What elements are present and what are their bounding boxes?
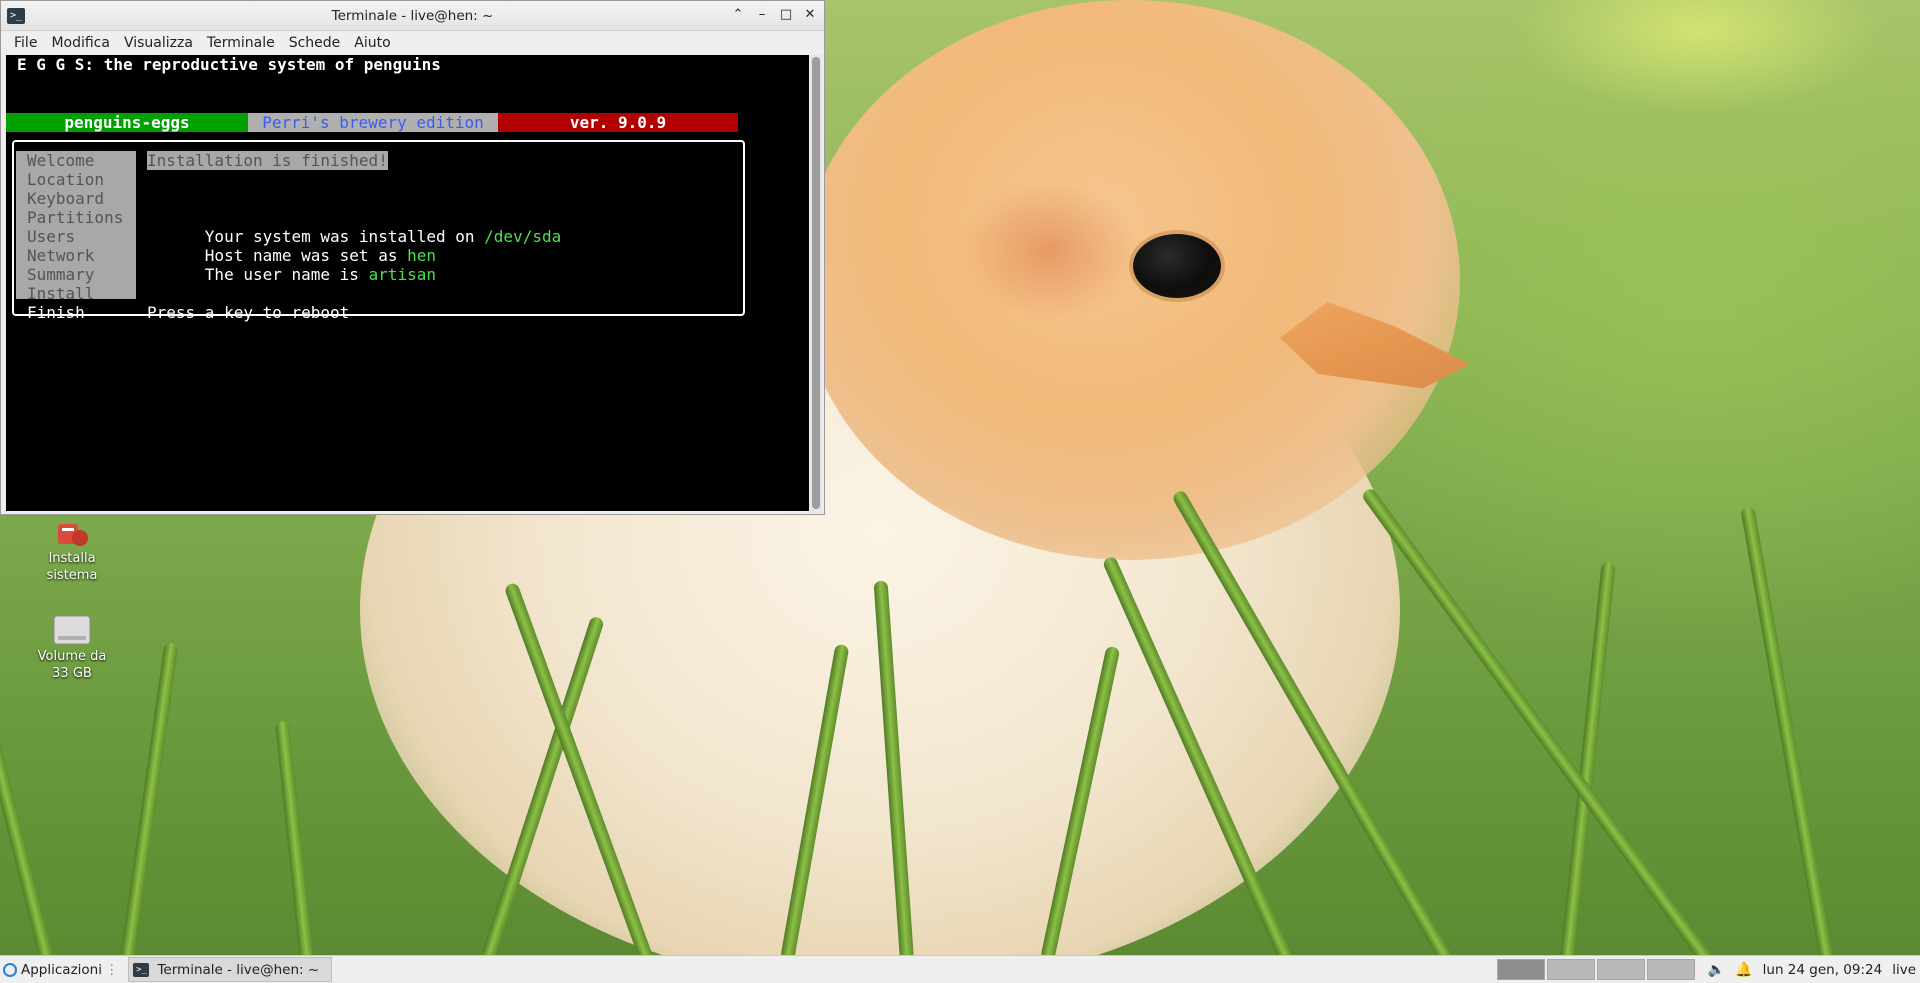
separator-dots: ⋮ — [104, 961, 119, 978]
taskbar-item-label: Terminale - live@hen: ~ — [157, 961, 320, 978]
drive-icon — [53, 615, 91, 645]
install-target-value: /dev/sda — [484, 227, 562, 246]
username-line: The user name is artisan — [147, 246, 436, 303]
step-location: Location — [27, 170, 105, 189]
shade-icon[interactable]: ⌃ — [730, 6, 746, 24]
step-finish: Finish — [27, 303, 85, 322]
step-partitions: Partitions — [27, 208, 124, 227]
username-value: artisan — [368, 265, 436, 284]
grass-blade — [1740, 505, 1834, 955]
finished-heading: Installation is finished! — [147, 151, 388, 170]
username-label: The user name is — [204, 265, 369, 284]
step-summary: Summary — [27, 265, 95, 284]
menu-visualizza[interactable]: Visualizza — [117, 35, 200, 51]
menu-bar: File Modifica Visualizza Terminale Sched… — [1, 31, 824, 55]
applications-menu[interactable]: Applicazioni ⋮ — [0, 956, 118, 983]
scrollbar-thumb[interactable] — [812, 57, 820, 509]
desktop-icon-install-system[interactable]: Installa sistema — [22, 510, 122, 584]
step-install: Install — [27, 284, 95, 303]
desktop-icon-label: Volume da — [37, 649, 107, 664]
clock[interactable]: lun 24 gen, 09:24 — [1763, 962, 1883, 978]
desktop-icon-label: sistema — [46, 568, 98, 583]
terminal-window[interactable]: >_ Terminale - live@hen: ~ ⌃ – □ ✕ File … — [0, 0, 825, 515]
workspace-pager — [1497, 959, 1697, 980]
taskbar: Applicazioni ⋮ >_ Terminale - live@hen: … — [0, 955, 1920, 983]
minimize-icon[interactable]: – — [754, 6, 770, 24]
menu-terminale[interactable]: Terminale — [200, 35, 282, 51]
badge-name: penguins-eggs — [6, 113, 248, 132]
badge-version: ver. 9.0.9 — [498, 113, 738, 132]
menu-schede[interactable]: Schede — [282, 35, 348, 51]
user-menu[interactable]: live — [1892, 962, 1916, 978]
grass-blade — [0, 706, 54, 955]
taskbar-item-terminal[interactable]: >_ Terminale - live@hen: ~ — [128, 957, 333, 982]
workspace-3[interactable] — [1597, 959, 1645, 980]
header-line: E G G S: the reproductive system of peng… — [17, 55, 441, 74]
installer-icon — [58, 524, 88, 546]
window-titlebar[interactable]: >_ Terminale - live@hen: ~ ⌃ – □ ✕ — [1, 1, 824, 31]
step-network: Network — [27, 246, 95, 265]
desktop-icon-volume[interactable]: Volume da 33 GB — [22, 608, 122, 682]
terminal-scrollbar[interactable] — [810, 55, 822, 513]
workspace-1[interactable] — [1497, 959, 1545, 980]
maximize-icon[interactable]: □ — [778, 6, 794, 24]
window-title: Terminale - live@hen: ~ — [331, 7, 494, 24]
menu-modifica[interactable]: Modifica — [44, 35, 117, 51]
workspace-2[interactable] — [1547, 959, 1595, 980]
system-tray: 🔈 🔔 lun 24 gen, 09:24 live — [1708, 956, 1920, 983]
desktop-icon-label: Installa — [48, 551, 96, 566]
reboot-prompt: Press a key to reboot — [147, 303, 350, 322]
wallpaper-chick-eye — [1133, 234, 1221, 298]
grass-blade — [274, 720, 314, 955]
applications-icon — [3, 962, 17, 977]
applications-label: Applicazioni — [21, 961, 102, 978]
notification-bell-icon[interactable]: 🔔 — [1735, 962, 1752, 978]
workspace-4[interactable] — [1647, 959, 1695, 980]
terminal-output[interactable]: E G G S: the reproductive system of peng… — [6, 55, 809, 511]
desktop-icon-label: 33 GB — [52, 666, 92, 681]
volume-icon[interactable]: 🔈 — [1708, 962, 1725, 978]
wallpaper-chick-cheek — [960, 180, 1140, 320]
menu-aiuto[interactable]: Aiuto — [347, 35, 397, 51]
grass-blade — [1360, 486, 1713, 955]
step-welcome: Welcome — [27, 151, 95, 170]
step-users: Users — [27, 227, 76, 246]
badge-edition: Perri's brewery edition — [248, 113, 498, 132]
terminal-icon[interactable]: >_ — [7, 7, 25, 24]
terminal-icon: >_ — [133, 962, 150, 977]
grass-blade — [120, 642, 179, 955]
step-keyboard: Keyboard — [27, 189, 105, 208]
menu-file[interactable]: File — [7, 35, 44, 51]
close-icon[interactable]: ✕ — [802, 6, 818, 24]
